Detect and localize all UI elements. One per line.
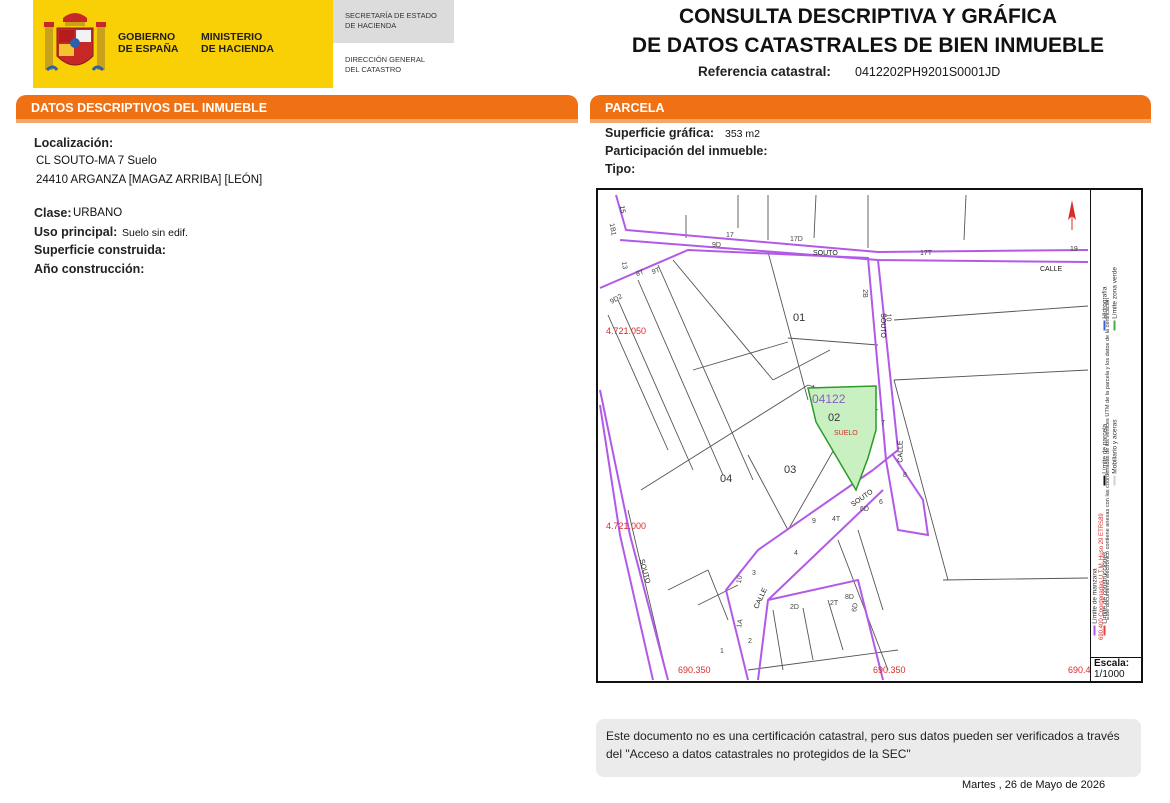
street-label: CALLE: [1040, 266, 1063, 273]
coat-of-arms-icon: [44, 13, 106, 72]
number-label: 9: [812, 518, 816, 525]
legend-mobiliario-swatch: [1113, 475, 1116, 486]
secretaria-block: SECRETARÍA DE ESTADO DE HACIENDA: [333, 0, 454, 43]
legend-document-note: Este documento electrónico contiene anex…: [1105, 297, 1111, 620]
localizacion-label: Localización:: [34, 136, 114, 150]
localizacion-line-2: 24410 ARGANZA [MAGAZ ARRIBA] [LEÓN]: [36, 174, 263, 186]
lot-label: 04: [720, 473, 733, 485]
title-line-1: CONSULTA DESCRIPTIVA Y GRÁFICA: [678, 5, 1058, 28]
uso-principal-label: Uso principal:: [34, 225, 118, 239]
clase-value: URBANO: [73, 207, 123, 219]
number-label: 6D: [860, 506, 869, 513]
legend-zona-verde-text: Límite zona verde: [1111, 267, 1119, 319]
coord-label: 690.350: [873, 665, 906, 675]
ministerio-text: MINISTERIO DE HACIENDA: [201, 31, 274, 55]
lot-label: 03: [784, 464, 797, 476]
number-label: 17D: [790, 236, 803, 243]
number-label: 2T: [830, 600, 839, 607]
descriptivos-heading: DATOS DESCRIPTIVOS DEL INMUEBLE: [16, 95, 578, 119]
number-label: 8D: [845, 594, 854, 601]
legend-mobiliario-text: Mobiliario y aceras: [1111, 419, 1119, 474]
document-title: CONSULTA DESCRIPTIVA Y GRÁFICA DE DATOS …: [600, 2, 1136, 60]
tipo-label: Tipo:: [605, 162, 636, 176]
number-label: 1A: [736, 618, 745, 629]
legend-zona-verde: Límite zona verde: [1112, 211, 1119, 331]
superficie-construida-label: Superficie construida:: [34, 243, 166, 257]
number-label: 15: [617, 205, 627, 214]
coord-label: 4.721.050: [606, 326, 647, 336]
parcel-ref-label: 04122: [812, 392, 846, 406]
legend-manzana-text: Límite de manzana: [1091, 568, 1099, 624]
map-legend: Límite de manzana Límite de construccion…: [1090, 190, 1141, 658]
gobierno-text: GOBIERNO DE ESPAÑA: [118, 31, 179, 55]
anio-construccion-label: Año construcción:: [34, 262, 145, 276]
scale-value: 1/1000: [1094, 669, 1125, 680]
legend-manzana-swatch: [1093, 625, 1096, 636]
street-label: SOUTO: [813, 250, 838, 257]
number-label: 19: [1070, 246, 1078, 253]
number-label: 4T: [832, 516, 841, 523]
notice-box: Este documento no es una certificación c…: [596, 719, 1141, 777]
coord-label: 690.4: [1068, 665, 1091, 675]
number-label: 8: [903, 472, 907, 479]
uso-principal-value: Suelo sin edif.: [122, 227, 188, 239]
title-line-2: DE DATOS CATASTRALES DE BIEN INMUEBLE: [631, 34, 1105, 57]
secretaria-text: SECRETARÍA DE ESTADO DE HACIENDA: [345, 11, 437, 30]
number-label: 9D: [712, 242, 721, 249]
number-label: 13: [619, 261, 629, 270]
superficie-grafica-label: Superficie gráfica:: [605, 126, 715, 140]
number-label: 10: [735, 575, 745, 584]
number-label: 7: [881, 420, 885, 427]
street-label: CALLE: [897, 440, 905, 463]
number-label: 2B: [860, 289, 868, 298]
lot-label: 01: [793, 312, 806, 324]
direccion-general-text: DIRECCIÓN GENERAL DEL CATASTRO: [345, 55, 426, 74]
number-label: 1: [720, 648, 724, 655]
parcel-number-label: 02: [828, 412, 841, 424]
legend-zona-verde-swatch: [1113, 320, 1116, 331]
superficie-grafica-value: 353 m2: [725, 128, 761, 140]
number-label: 2: [748, 638, 752, 645]
notice-text: Este documento no es una certificación c…: [606, 729, 1120, 761]
localizacion-line-1: CL SOUTO-MA 7 Suelo: [36, 155, 157, 167]
clase-label: Clase:: [34, 206, 72, 220]
number-label: 4: [794, 550, 798, 557]
legend-manzana: Límite de manzana: [1092, 516, 1099, 636]
scale-box: Escala: 1/1000: [1090, 657, 1141, 681]
coord-label: 690.350: [678, 665, 711, 675]
number-label: 17: [726, 232, 734, 239]
gobierno-logo-block: GOBIERNO DE ESPAÑA MINISTERIO DE HACIEND…: [33, 0, 333, 88]
referencia-value: 0412202PH9201S0001JD: [855, 65, 1001, 79]
referencia-catastral: Referencia catastral: 0412202PH9201S0001…: [698, 64, 1000, 79]
number-label: 2D: [790, 604, 799, 611]
legend-mobiliario: Mobiliario y aceras: [1112, 366, 1119, 486]
parcel-tag-label: SUELO: [834, 430, 858, 437]
cadastral-map[interactable]: 04122 02 SUELO 01 03 04 SOUTO CALLE SOUT…: [596, 188, 1143, 683]
number-label: 17T: [920, 250, 933, 257]
participacion-label: Participación del inmueble:: [605, 144, 768, 158]
number-label: 6: [879, 499, 883, 506]
number-label: 10: [884, 313, 892, 322]
number-label: 3: [752, 570, 756, 577]
descriptivos-rule: [16, 119, 578, 123]
coord-label: 4.721.000: [606, 521, 647, 531]
parcela-rule: [590, 119, 1151, 123]
document-date: Martes , 26 de Mayo de 2026: [962, 779, 1106, 791]
scale-label: Escala:: [1094, 658, 1130, 669]
parcela-heading: PARCELA: [590, 95, 1151, 119]
referencia-label: Referencia catastral:: [698, 64, 831, 79]
